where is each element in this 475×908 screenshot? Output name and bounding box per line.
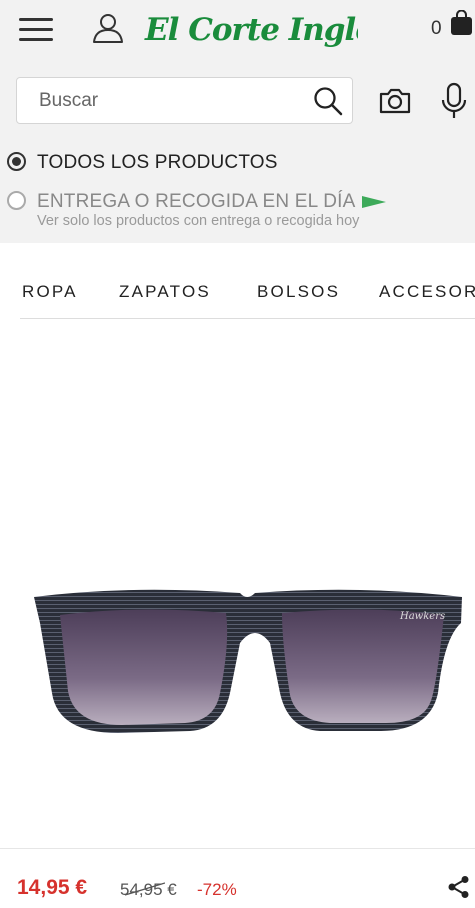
current-price: 14,95 € (17, 876, 88, 899)
strikethrough (125, 882, 165, 896)
cart-count: 0 (431, 18, 442, 39)
price-bar: 14,95 € 54,95 € -72% (0, 848, 475, 908)
filter-subtitle: Ver solo los productos con entrega o rec… (37, 213, 360, 229)
radio-unselected[interactable] (7, 191, 26, 210)
brand-logo[interactable]: El Corte Inglés (143, 2, 392, 54)
tabs-divider (20, 318, 475, 319)
radio-selected[interactable] (7, 152, 26, 171)
flag-icon (362, 196, 387, 208)
svg-text:El Corte Inglés: El Corte Inglés (144, 12, 358, 48)
category-tabs: ROPA ZAPATOS BOLSOS ACCESORIOS (0, 268, 475, 318)
tab-ropa[interactable]: ROPA (22, 282, 78, 302)
svg-text:Hawkers: Hawkers (399, 611, 445, 622)
product-image-sunglasses[interactable]: Hawkers (30, 583, 465, 738)
search-icon[interactable] (312, 85, 344, 117)
tab-bolsos[interactable]: BOLSOS (257, 282, 340, 302)
hamburger-menu-icon[interactable] (19, 16, 53, 44)
filter-all-products[interactable]: TODOS LOS PRODUCTOS (7, 152, 278, 174)
share-icon[interactable] (447, 875, 471, 899)
filter-same-day[interactable]: ENTREGA O RECOGIDA EN EL DÍA (7, 191, 387, 213)
camera-icon[interactable] (378, 84, 412, 118)
shopping-bag-icon (451, 10, 472, 35)
filter-label-same-day: ENTREGA O RECOGIDA EN EL DÍA (37, 191, 356, 212)
microphone-icon[interactable] (440, 82, 468, 120)
search-box (16, 77, 353, 124)
user-icon[interactable] (90, 10, 126, 46)
filter-label-all: TODOS LOS PRODUCTOS (37, 152, 278, 173)
tab-accesorios[interactable]: ACCESORIOS (379, 282, 475, 302)
top-header: El Corte Inglés 0 TODOS LOS PRODUCTOS EN… (0, 0, 475, 243)
tab-zapatos[interactable]: ZAPATOS (119, 282, 211, 302)
cart-button[interactable]: 0 (428, 8, 475, 48)
search-input[interactable] (17, 78, 307, 123)
discount-badge: -72% (197, 880, 237, 899)
